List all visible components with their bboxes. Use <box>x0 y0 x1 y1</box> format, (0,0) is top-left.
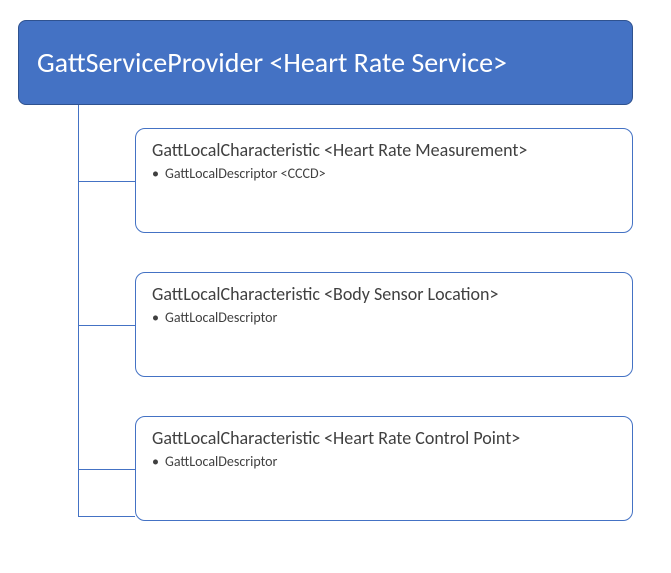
descriptor-label: GattLocalDescriptor <CCCD> <box>165 165 326 183</box>
descriptor-row: • GattLocalDescriptor <CCCD> <box>152 165 616 183</box>
descriptor-label: GattLocalDescriptor <box>165 453 277 471</box>
tree-trunk-line <box>78 105 79 517</box>
tree-branch-line <box>78 325 135 326</box>
bullet-icon: • <box>152 309 159 327</box>
characteristic-node: GattLocalCharacteristic <Heart Rate Cont… <box>135 416 633 521</box>
characteristic-title: GattLocalCharacteristic <Heart Rate Cont… <box>152 427 616 449</box>
characteristic-title: GattLocalCharacteristic <Heart Rate Meas… <box>152 139 616 161</box>
bullet-icon: • <box>152 453 159 471</box>
characteristic-title: GattLocalCharacteristic <Body Sensor Loc… <box>152 283 616 305</box>
root-service-node: GattServiceProvider <Heart Rate Service> <box>18 20 633 105</box>
descriptor-row: • GattLocalDescriptor <box>152 309 616 327</box>
tree-branch-line <box>78 469 135 470</box>
bullet-icon: • <box>152 165 159 183</box>
descriptor-row: • GattLocalDescriptor <box>152 453 616 471</box>
characteristic-node: GattLocalCharacteristic <Body Sensor Loc… <box>135 272 633 377</box>
characteristic-node: GattLocalCharacteristic <Heart Rate Meas… <box>135 128 633 233</box>
tree-branch-line-bottom <box>78 516 135 517</box>
tree-branch-line <box>78 181 135 182</box>
root-service-title: GattServiceProvider <Heart Rate Service> <box>37 45 507 80</box>
descriptor-label: GattLocalDescriptor <box>165 309 277 327</box>
